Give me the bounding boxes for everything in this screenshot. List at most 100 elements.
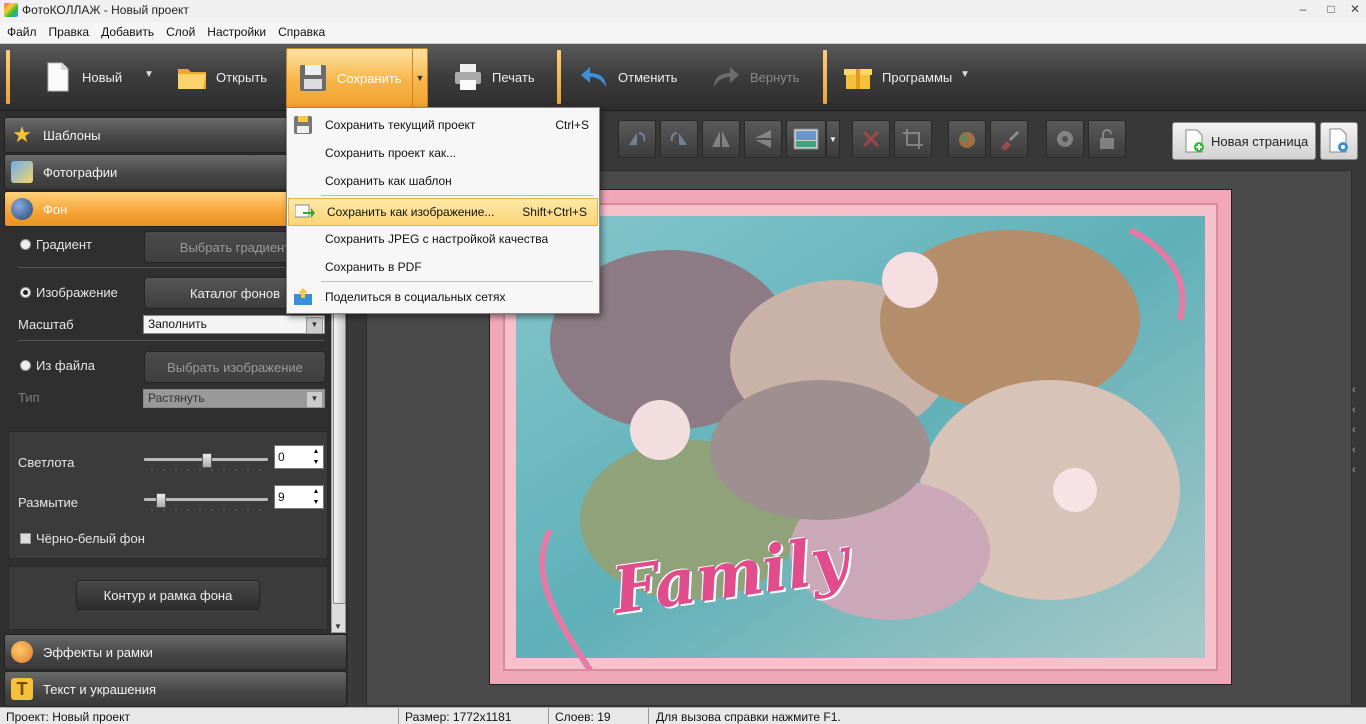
- open-label: Открыть: [216, 69, 268, 85]
- redo-button[interactable]: Вернуть: [710, 48, 800, 106]
- close-button[interactable]: ✕: [1342, 0, 1366, 20]
- section-effects-label: Эффекты и рамки: [43, 644, 153, 660]
- menu-edit[interactable]: Правка: [42, 22, 95, 39]
- delete-icon[interactable]: [852, 120, 890, 158]
- rotate-right-icon[interactable]: [660, 120, 698, 158]
- menu-layer[interactable]: Слой: [159, 22, 200, 39]
- new-document-icon: [47, 62, 69, 92]
- brightness-slider-thumb[interactable]: [202, 453, 212, 468]
- section-background-label: Фон: [43, 201, 68, 217]
- window-title: ФотоКОЛЛАЖ - Новый проект: [22, 3, 189, 17]
- menu-save-image[interactable]: Сохранить как изображение... Shift+Ctrl+…: [288, 198, 598, 226]
- new-page-icon: [1185, 129, 1204, 153]
- new-page-label: Новая страница: [1211, 133, 1309, 149]
- menu-save-template[interactable]: Сохранить как шаблон: [287, 168, 599, 194]
- undo-button[interactable]: Отменить: [578, 48, 677, 106]
- flip-horizontal-icon[interactable]: [702, 120, 740, 158]
- choose-image-button[interactable]: Выбрать изображение: [144, 351, 326, 383]
- save-button[interactable]: Сохранить: [286, 48, 422, 108]
- undo-label: Отменить: [618, 69, 678, 85]
- brush-tool-icon[interactable]: [990, 120, 1028, 158]
- blur-ticks: [146, 508, 268, 512]
- spin-down-icon[interactable]: ▼: [309, 457, 323, 468]
- open-button[interactable]: Открыть: [176, 48, 267, 106]
- minimize-button[interactable]: –: [1290, 0, 1316, 20]
- page-settings-icon: [1329, 128, 1348, 153]
- menu-save-jpeg-quality[interactable]: Сохранить JPEG с настройкой качества: [287, 226, 599, 252]
- star-icon: ★: [12, 122, 32, 147]
- spin-up-icon[interactable]: ▲: [309, 486, 323, 497]
- status-separator: [648, 708, 649, 724]
- palette-icon: [11, 641, 33, 663]
- photo-icon: [11, 161, 33, 183]
- new-label: Новый: [82, 69, 123, 85]
- scale-select[interactable]: Заполнить ▼: [143, 315, 325, 334]
- programs-button[interactable]: Программы: [842, 48, 952, 106]
- divider: [18, 340, 324, 341]
- menu-save-image-shortcut: Shift+Ctrl+S: [522, 205, 587, 219]
- section-text[interactable]: T Текст и украшения: [4, 671, 347, 707]
- blur-input[interactable]: 9 ▲ ▼: [274, 485, 324, 509]
- scroll-down-icon[interactable]: ▼: [334, 622, 342, 631]
- collage-canvas[interactable]: Family: [489, 189, 1232, 685]
- new-button[interactable]: Новый: [42, 48, 122, 106]
- menu-help[interactable]: Справка: [271, 22, 330, 39]
- menu-save-as[interactable]: Сохранить проект как...: [287, 140, 599, 166]
- share-icon: [294, 288, 312, 305]
- print-label: Печать: [492, 69, 535, 85]
- flip-vertical-icon[interactable]: [744, 120, 782, 158]
- new-page-button[interactable]: Новая страница: [1172, 122, 1316, 160]
- new-dropdown-arrow[interactable]: ▼: [144, 69, 154, 80]
- redo-label: Вернуть: [750, 69, 800, 85]
- scale-label: Масштаб: [18, 317, 74, 332]
- status-layers: Слоев: 19: [555, 710, 611, 724]
- scrollbar-thumb[interactable]: [333, 302, 346, 604]
- align-layer-button[interactable]: [786, 120, 826, 158]
- spin-up-icon[interactable]: ▲: [309, 446, 323, 457]
- print-button[interactable]: Печать: [452, 48, 535, 106]
- brightness-input[interactable]: 0 ▲ ▼: [274, 445, 324, 469]
- section-effects[interactable]: Эффекты и рамки: [4, 634, 347, 670]
- gradient-radio[interactable]: [20, 239, 31, 250]
- image-radio[interactable]: [20, 287, 31, 298]
- programs-dropdown-arrow[interactable]: ▼: [960, 69, 970, 80]
- align-dropdown-arrow[interactable]: ▼: [826, 120, 840, 158]
- bw-checkbox[interactable]: [20, 533, 31, 544]
- side-panel-arrows[interactable]: ‹ ‹ ‹ ‹ ‹: [1352, 380, 1362, 480]
- menu-save-current[interactable]: Сохранить текущий проект Ctrl+S: [287, 112, 599, 138]
- menu-file[interactable]: Файл: [0, 22, 42, 39]
- menu-save-pdf[interactable]: Сохранить в PDF: [287, 254, 599, 280]
- status-size: Размер: 1772x1181: [405, 710, 512, 724]
- programs-label: Программы: [882, 69, 953, 85]
- status-help: Для вызова справки нажмите F1.: [656, 710, 841, 724]
- maximize-button[interactable]: □: [1318, 0, 1344, 20]
- menu-save-image-label: Сохранить как изображение...: [327, 205, 495, 219]
- status-separator: [398, 708, 399, 724]
- undo-icon: [581, 67, 606, 87]
- save-dropdown-arrow[interactable]: ▼: [412, 48, 428, 108]
- status-separator: [548, 708, 549, 724]
- menu-share-social[interactable]: Поделиться в социальных сетях: [287, 284, 599, 310]
- brightness-value: 0: [278, 450, 285, 464]
- color-effects-icon[interactable]: [948, 120, 986, 158]
- left-panel-scrollbar[interactable]: ▼: [331, 289, 346, 633]
- menu-save-as-label: Сохранить проект как...: [325, 146, 457, 160]
- type-select[interactable]: Растянуть ▼: [143, 389, 325, 408]
- collage-image: [490, 190, 1231, 684]
- chevron-down-icon: ▼: [306, 391, 323, 408]
- menu-settings[interactable]: Настройки: [200, 22, 271, 39]
- page-settings-button[interactable]: [1320, 122, 1358, 160]
- crop-icon[interactable]: [894, 120, 932, 158]
- menu-add[interactable]: Добавить: [94, 22, 159, 39]
- lock-icon[interactable]: [1088, 120, 1126, 158]
- rotate-left-icon[interactable]: [618, 120, 656, 158]
- blur-value: 9: [278, 490, 285, 504]
- type-value: Растянуть: [148, 391, 205, 405]
- blur-slider-thumb[interactable]: [155, 493, 166, 508]
- gear-icon[interactable]: [1046, 120, 1084, 158]
- contour-frame-button[interactable]: Контур и рамка фона: [76, 580, 260, 610]
- from-file-radio[interactable]: [20, 360, 31, 371]
- divider: [18, 267, 324, 268]
- spin-down-icon[interactable]: ▼: [309, 497, 323, 508]
- blur-label: Размытие: [18, 495, 79, 510]
